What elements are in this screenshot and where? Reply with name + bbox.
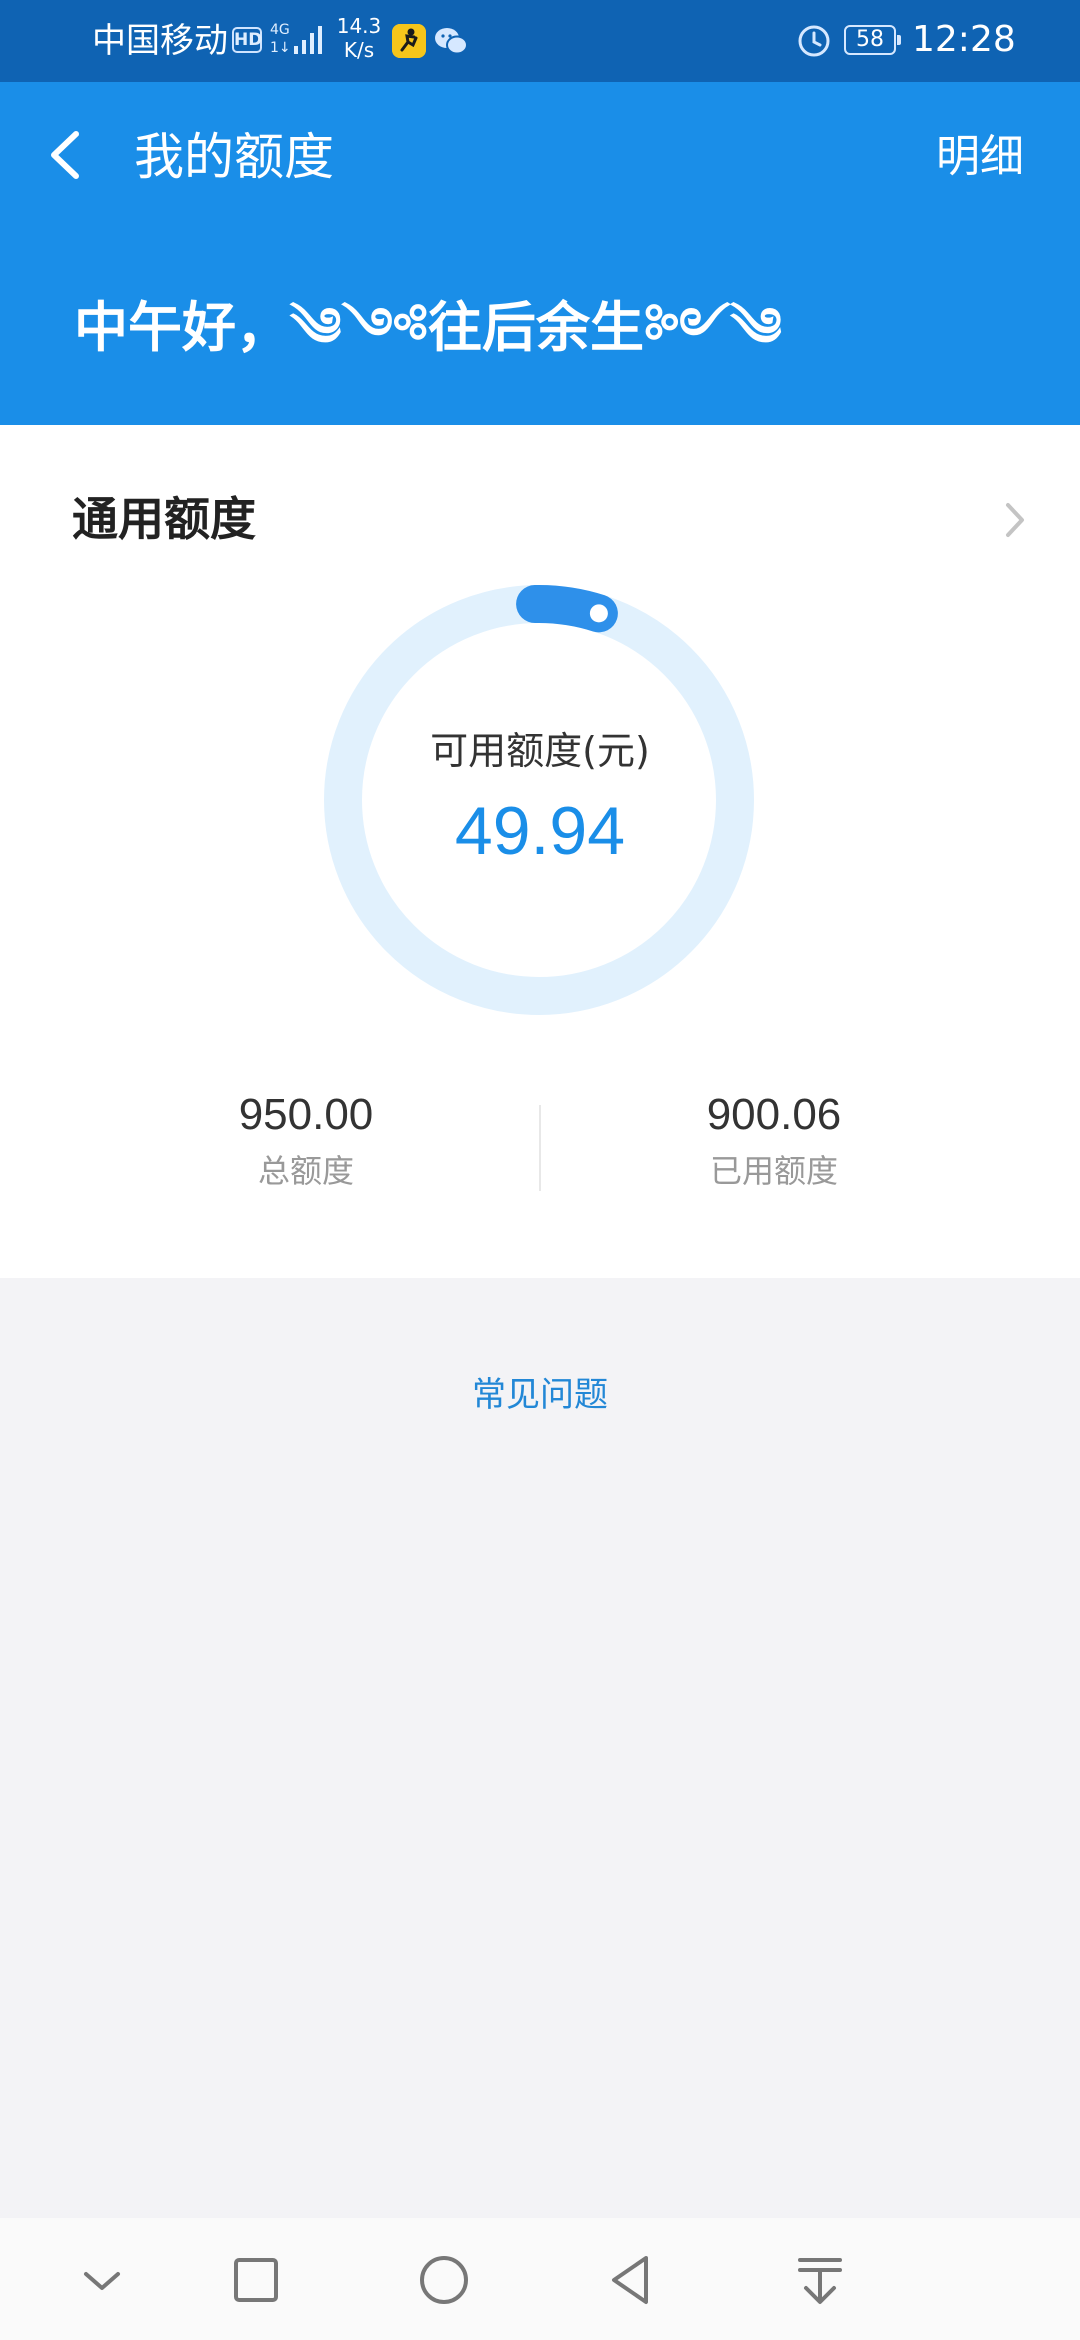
network-activity: 1↓ [270,40,291,56]
download-icon[interactable] [782,2242,858,2318]
used-credit-value: 900.06 [706,1090,842,1139]
clock: 12:28 [912,19,1016,60]
stat-divider [539,1105,541,1191]
status-bar: 中国移动 HD 4G 1↓ 14.3 K/s 58 12:28 [0,0,1080,82]
carrier-name: 中国移动 [92,21,228,61]
alarm-icon [798,25,830,57]
signal-icon [294,26,322,54]
network-type: 4G [270,22,290,38]
wechat-icon [435,28,468,55]
chevron-down-icon[interactable] [64,2242,140,2318]
credit-card: 通用额度 可用额度(元) 49.94 950.00 总额度 900.06 已用额… [0,425,1080,1278]
total-credit-value: 950.00 [238,1090,374,1139]
system-nav-bar [0,2218,1080,2340]
used-credit-stat: 900.06 已用额度 [574,1085,974,1195]
network-speed: 14.3 K/s [334,14,384,62]
running-app-icon [392,24,426,58]
card-title: 通用额度 [72,492,256,546]
total-credit-label: 总额度 [257,1152,354,1190]
circle-icon[interactable] [406,2242,482,2318]
ring-knob [589,604,608,623]
available-label: 可用额度(元) [430,729,650,773]
greeting-text: 中午好，༄༺往后余生༻༄ [74,296,782,359]
back-arrow-icon[interactable] [40,120,90,190]
square-icon[interactable] [218,2242,294,2318]
network-speed-unit: K/s [343,38,375,62]
total-credit-stat: 950.00 总额度 [106,1085,506,1195]
detail-link[interactable]: 明细 [936,124,1024,190]
chevron-right-icon[interactable] [994,495,1034,545]
hd-badge: HD [232,27,262,53]
header: 我的额度 明细 中午好，༄༺往后余生༻༄ [0,82,1080,425]
available-value: 49.94 [454,793,626,869]
used-credit-label: 已用额度 [709,1152,838,1190]
network-speed-value: 14.3 [336,14,382,38]
faq-link[interactable]: 常见问题 [0,1370,1080,1420]
triangle-back-icon[interactable] [594,2242,670,2318]
ring-progress [516,585,618,633]
page-title: 我的额度 [134,128,334,186]
battery-indicator: 58 [844,25,901,55]
